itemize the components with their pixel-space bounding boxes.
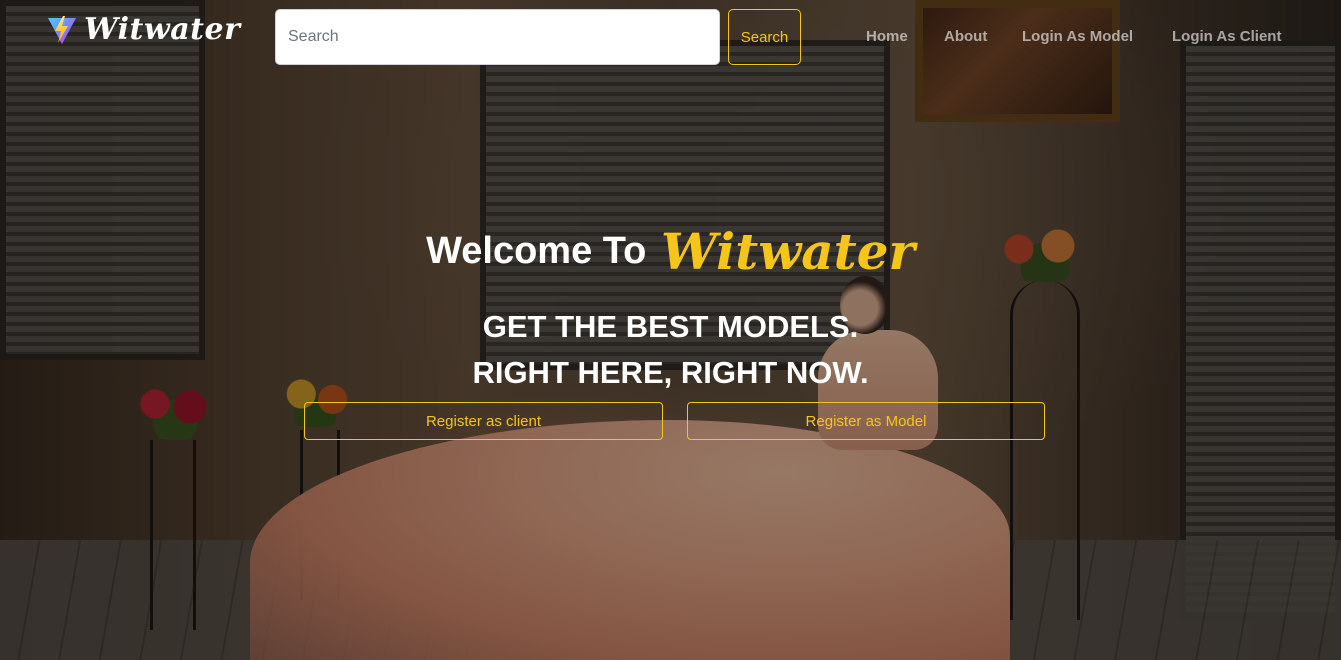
hero-tagline-line2: RIGHT HERE, RIGHT NOW. bbox=[472, 355, 869, 390]
navbar: Witwater Search Home About Login As Mode… bbox=[0, 0, 1341, 74]
nav-links: Home About Login As Model Login As Clien… bbox=[0, 28, 1341, 48]
nav-login-model-link[interactable]: Login As Model bbox=[1022, 28, 1133, 45]
register-client-button[interactable]: Register as client bbox=[304, 402, 663, 440]
hero-brand-text: Witwater bbox=[660, 222, 915, 281]
register-model-button[interactable]: Register as Model bbox=[687, 402, 1045, 440]
hero-heading: Welcome To Witwater bbox=[0, 222, 1341, 281]
nav-home-link[interactable]: Home bbox=[866, 28, 908, 45]
nav-login-client-link[interactable]: Login As Client bbox=[1172, 28, 1281, 45]
nav-about-link[interactable]: About bbox=[944, 28, 987, 45]
hero-tagline-line1: GET THE BEST MODELS. bbox=[482, 309, 859, 344]
hero-welcome-text: Welcome To bbox=[426, 230, 647, 272]
